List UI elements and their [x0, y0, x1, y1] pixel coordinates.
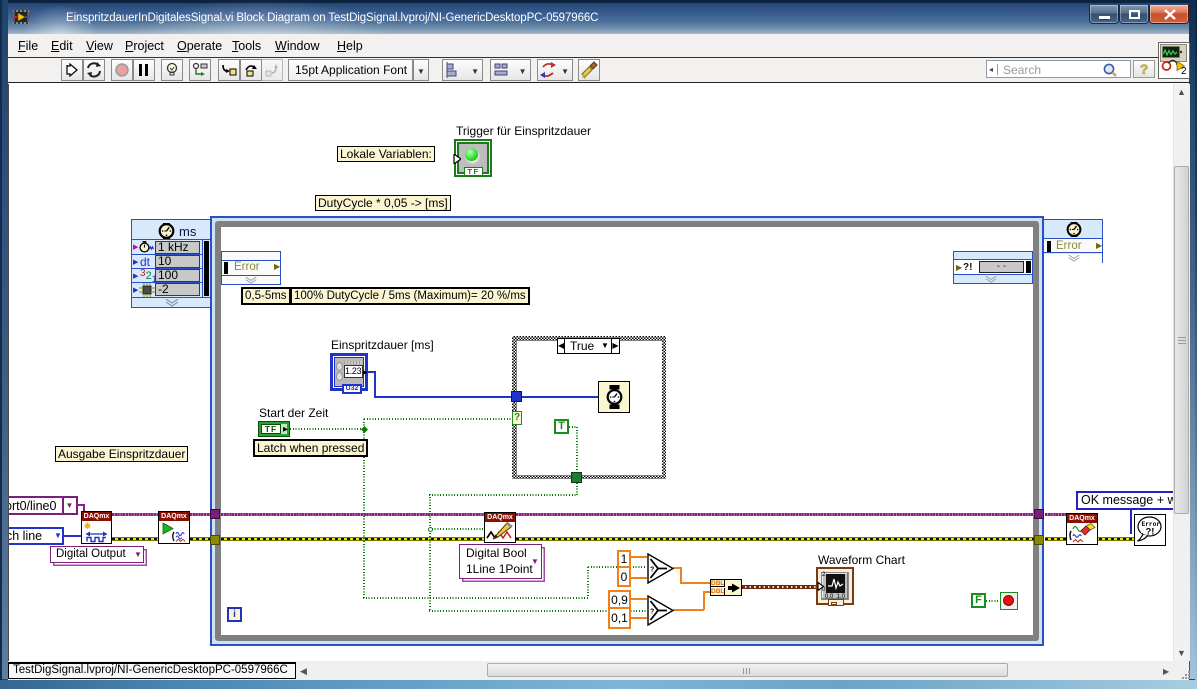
svg-text:?!: ?! — [1146, 527, 1155, 538]
svg-text:?: ? — [650, 567, 654, 574]
svg-text:?: ? — [650, 609, 654, 616]
